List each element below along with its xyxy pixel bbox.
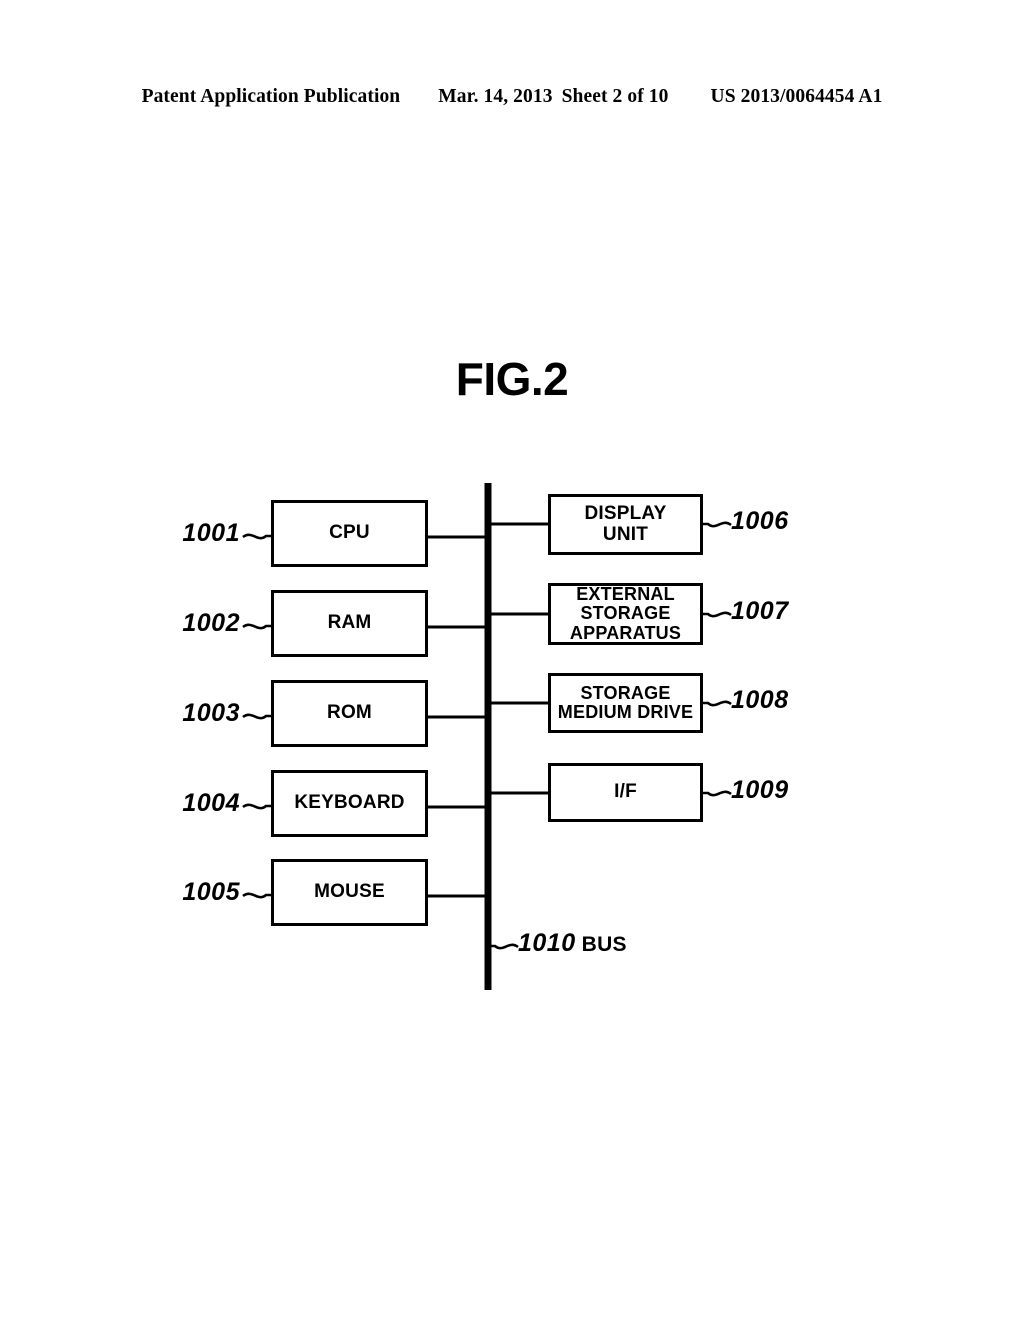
bus-label: 1010 BUS	[518, 929, 627, 958]
leader-1001	[242, 533, 271, 540]
node-cpu[interactable]: CPU	[271, 500, 428, 567]
ref-1002: 1002	[130, 609, 240, 638]
node-display-unit[interactable]: DISPLAY UNIT	[548, 494, 703, 555]
ref-1006: 1006	[731, 507, 789, 536]
leader-1010	[488, 943, 519, 950]
node-rom[interactable]: ROM	[271, 680, 428, 747]
ref-1001: 1001	[130, 519, 240, 548]
leader-1007	[703, 611, 732, 618]
ref-1003-text: 1003	[182, 699, 240, 727]
bus-label-text: BUS	[581, 933, 627, 956]
node-mouse[interactable]: MOUSE	[271, 859, 428, 926]
node-storage-medium-drive[interactable]: STORAGE MEDIUM DRIVE	[548, 673, 703, 733]
ref-1004-text: 1004	[182, 789, 240, 817]
diagram-wires	[242, 483, 732, 990]
ref-1008: 1008	[731, 686, 789, 715]
bus-ref-text: 1010	[518, 929, 576, 957]
ref-1001-text: 1001	[182, 519, 240, 547]
leader-1005	[242, 892, 271, 899]
ref-1007: 1007	[731, 597, 789, 626]
ref-1005-text: 1005	[182, 878, 240, 906]
node-storage-medium-drive-label: STORAGE MEDIUM DRIVE	[557, 682, 694, 722]
leader-1006	[703, 521, 732, 528]
node-external-storage-apparatus[interactable]: EXTERNAL STORAGE APPARATUS	[548, 583, 703, 645]
node-rom-label: ROM	[327, 702, 372, 724]
node-keyboard-label: KEYBOARD	[294, 792, 405, 814]
node-if[interactable]: I/F	[548, 763, 703, 822]
ref-1003: 1003	[130, 699, 240, 728]
node-ram-label: RAM	[327, 612, 372, 634]
node-if-label: I/F	[614, 781, 637, 803]
node-display-unit-label: DISPLAY UNIT	[584, 502, 667, 545]
leader-1009	[703, 790, 732, 797]
node-external-storage-apparatus-label: EXTERNAL STORAGE APPARATUS	[569, 583, 682, 643]
ref-1008-text: 1008	[731, 686, 789, 714]
ref-1007-text: 1007	[731, 597, 789, 625]
node-ram[interactable]: RAM	[271, 590, 428, 657]
ref-1004: 1004	[130, 789, 240, 818]
leader-1002	[242, 623, 271, 630]
ref-1009-text: 1009	[731, 776, 789, 804]
leader-1003	[242, 713, 271, 720]
leader-1008	[703, 700, 732, 707]
node-cpu-label: CPU	[329, 522, 370, 544]
block-diagram: CPU RAM ROM KEYBOARD MOUSE DISPLAY UNIT …	[0, 0, 1024, 1320]
ref-1005: 1005	[130, 878, 240, 907]
node-mouse-label: MOUSE	[314, 881, 385, 903]
leader-1004	[242, 803, 271, 810]
ref-1006-text: 1006	[731, 507, 789, 535]
node-keyboard[interactable]: KEYBOARD	[271, 770, 428, 837]
ref-1009: 1009	[731, 776, 789, 805]
ref-1002-text: 1002	[182, 609, 240, 637]
